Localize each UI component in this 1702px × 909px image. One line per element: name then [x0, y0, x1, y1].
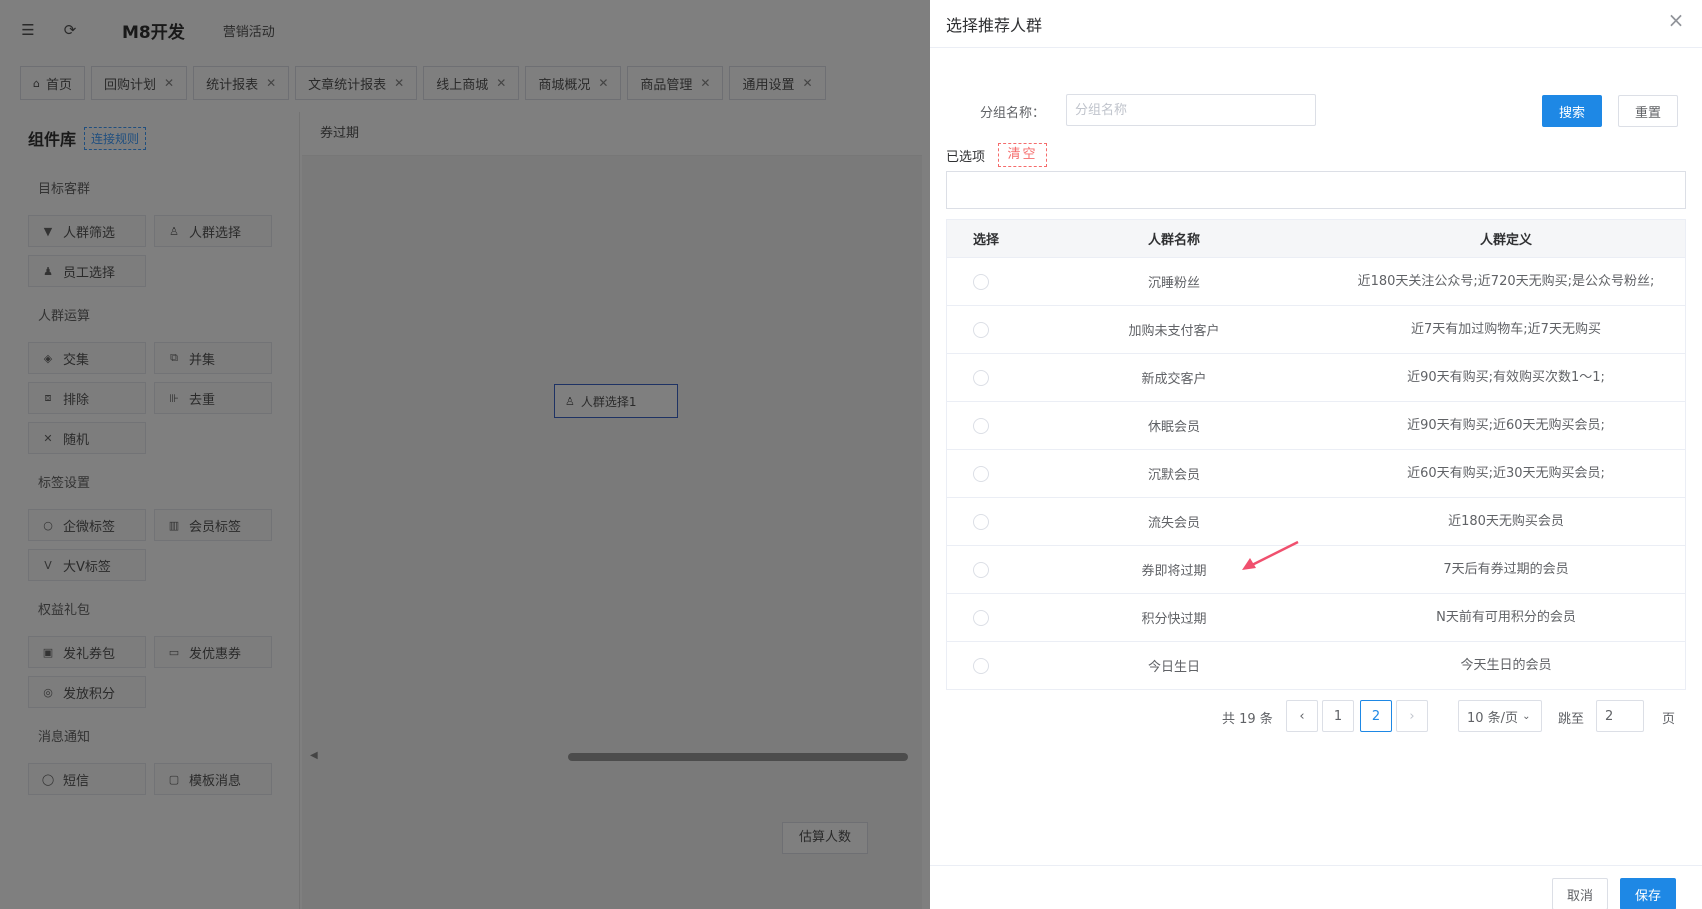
crowd-name: 加购未支付客户 — [1128, 324, 1220, 339]
table-row[interactable]: 休眠会员 近90天有购买;近60天无购买会员; — [947, 402, 1685, 450]
table-header: 选择 人群名称 人群定义 — [947, 220, 1685, 258]
crowd-name: 新成交客户 — [1141, 372, 1207, 387]
pagination-total: 共 19 条 — [1222, 712, 1273, 727]
drawer-footer: 取消 保存 — [930, 865, 1702, 909]
row-radio[interactable] — [973, 321, 989, 338]
table-row[interactable]: 加购未支付客户 近7天有加过购物车;近7天无购买 — [947, 306, 1685, 354]
row-radio[interactable] — [973, 657, 989, 674]
drawer-title: 选择推荐人群 — [946, 16, 1043, 35]
column-header-name: 人群名称 — [1147, 233, 1200, 248]
crowd-definition: 近90天有购买;近60天无购买会员; — [1407, 417, 1605, 433]
row-radio[interactable] — [973, 465, 989, 482]
save-button[interactable]: 保存 — [1620, 878, 1676, 909]
table-row[interactable]: 券即将过期 7天后有券过期的会员 — [947, 546, 1685, 594]
page-size-value: 10 条/页 — [1467, 710, 1519, 726]
close-icon[interactable]: × — [1666, 10, 1686, 30]
jump-to-label: 跳至 — [1558, 712, 1585, 727]
select-crowd-drawer: 选择推荐人群 × 分组名称： 搜索 重置 已选项 清空 选择 人群名称 人群定义… — [930, 0, 1702, 909]
clear-button[interactable]: 清空 — [998, 143, 1047, 167]
crowd-name: 流失会员 — [1147, 516, 1200, 531]
page-suffix-label: 页 — [1662, 712, 1676, 727]
row-radio[interactable] — [973, 561, 989, 578]
row-radio[interactable] — [973, 369, 989, 386]
next-page-button[interactable]: › — [1396, 700, 1428, 732]
crowd-definition: 近60天有购买;近30天无购买会员; — [1407, 465, 1605, 481]
column-header-select: 选择 — [973, 233, 1000, 248]
crowd-definition: 近180天关注公众号;近720天无购买;是公众号粉丝; — [1357, 273, 1655, 289]
crowd-definition: 7天后有券过期的会员 — [1443, 561, 1569, 577]
jump-to-page-input[interactable] — [1596, 700, 1644, 732]
selected-items-box — [946, 171, 1686, 209]
crowd-name: 积分快过期 — [1141, 612, 1207, 627]
row-radio[interactable] — [973, 513, 989, 530]
prev-page-button[interactable]: ‹ — [1286, 700, 1318, 732]
crowd-name: 今日生日 — [1147, 660, 1200, 675]
table-row[interactable]: 今日生日 今天生日的会员 — [947, 642, 1685, 690]
reset-button[interactable]: 重置 — [1618, 95, 1678, 127]
search-button[interactable]: 搜索 — [1542, 95, 1602, 127]
crowd-name: 休眠会员 — [1147, 420, 1200, 435]
row-radio[interactable] — [973, 609, 989, 626]
table-row[interactable]: 新成交客户 近90天有购买;有效购买次数1～1; — [947, 354, 1685, 402]
drawer-header: 选择推荐人群 × — [930, 0, 1702, 48]
crowd-definition: 今天生日的会员 — [1460, 657, 1552, 673]
selected-items-label: 已选项 — [946, 150, 986, 165]
table-row[interactable]: 积分快过期 N天前有可用积分的会员 — [947, 594, 1685, 642]
group-name-label: 分组名称： — [980, 106, 1046, 121]
crowd-name: 沉睡粉丝 — [1147, 276, 1200, 291]
group-name-input[interactable] — [1066, 94, 1316, 126]
page-2-button[interactable]: 2 — [1360, 700, 1392, 732]
chevron-down-icon: ⌄ — [1522, 710, 1531, 722]
crowd-definition: 近180天无购买会员 — [1448, 513, 1564, 529]
page-1-button[interactable]: 1 — [1322, 700, 1354, 732]
row-radio[interactable] — [973, 273, 989, 290]
page-size-select[interactable]: 10 条/页 ⌄ — [1458, 700, 1542, 732]
crowd-definition: 近7天有加过购物车;近7天无购买 — [1411, 321, 1601, 337]
column-header-definition: 人群定义 — [1479, 233, 1532, 248]
pagination: 共 19 条 ‹ 1 2 › 10 条/页⌄ 跳至 页 — [930, 700, 1702, 732]
row-radio[interactable] — [973, 417, 989, 434]
crowd-name: 沉默会员 — [1147, 468, 1200, 483]
table-row[interactable]: 沉睡粉丝 近180天关注公众号;近720天无购买;是公众号粉丝; — [947, 258, 1685, 306]
table-row[interactable]: 流失会员 近180天无购买会员 — [947, 498, 1685, 546]
cancel-button[interactable]: 取消 — [1552, 878, 1608, 909]
crowd-definition: 近90天有购买;有效购买次数1～1; — [1407, 369, 1605, 385]
chevron-left-icon: ‹ — [1299, 708, 1305, 724]
chevron-right-icon: › — [1409, 708, 1415, 724]
table-row[interactable]: 沉默会员 近60天有购买;近30天无购买会员; — [947, 450, 1685, 498]
crowd-definition: N天前有可用积分的会员 — [1436, 609, 1576, 625]
crowd-table: 选择 人群名称 人群定义 沉睡粉丝 近180天关注公众号;近720天无购买;是公… — [946, 219, 1686, 690]
annotation-arrow-icon — [1242, 540, 1299, 570]
